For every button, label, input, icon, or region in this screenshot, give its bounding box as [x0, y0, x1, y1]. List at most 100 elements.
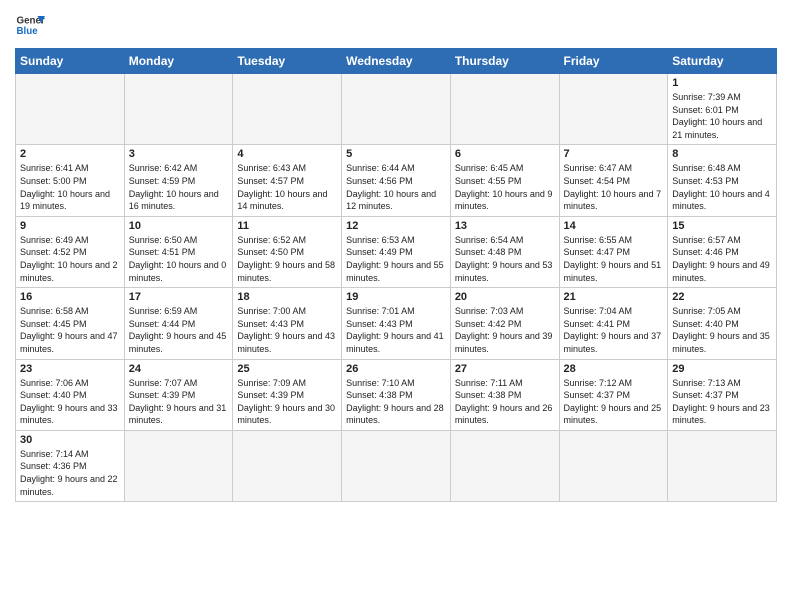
- calendar-day-cell: 7 Sunrise: 6:47 AM Sunset: 4:54 PM Daylig…: [559, 145, 668, 216]
- day-info: Sunrise: 6:47 AM Sunset: 4:54 PM Dayligh…: [564, 162, 664, 212]
- calendar-week-row: 2Sunrise: 6:41 AM Sunset: 5:00 PM Daylig…: [16, 145, 777, 216]
- calendar-day-cell: 23 Sunrise: 7:06 AM Sunset: 4:40 PM Dayli…: [16, 359, 125, 430]
- header: General Blue: [15, 10, 777, 40]
- day-info: Sunrise: 6:45 AM Sunset: 4:55 PM Dayligh…: [455, 162, 555, 212]
- day-info: Sunrise: 7:39 AM Sunset: 6:01 PM Dayligh…: [672, 91, 772, 141]
- day-info: Sunrise: 7:14 AM Sunset: 4:36 PM Dayligh…: [20, 448, 120, 498]
- calendar-day-cell: 24 Sunrise: 7:07 AM Sunset: 4:39 PM Dayli…: [124, 359, 233, 430]
- day-number: 12: [346, 220, 446, 232]
- day-number: 3: [129, 148, 229, 160]
- page: General Blue SundayMondayTuesdayWednesda…: [0, 0, 792, 612]
- day-info: Sunrise: 6:53 AM Sunset: 4:49 PM Dayligh…: [346, 234, 446, 284]
- day-number: 30: [20, 434, 120, 446]
- day-of-week-header: Monday: [124, 49, 233, 74]
- calendar-day-cell: [233, 74, 342, 145]
- calendar-week-row: 16 Sunrise: 6:58 AM Sunset: 4:45 PM Dayli…: [16, 288, 777, 359]
- day-of-week-header: Saturday: [668, 49, 777, 74]
- calendar-day-cell: 1 Sunrise: 7:39 AM Sunset: 6:01 PM Daylig…: [668, 74, 777, 145]
- calendar-day-cell: 28 Sunrise: 7:12 AM Sunset: 4:37 PM Dayli…: [559, 359, 668, 430]
- day-info: Sunrise: 7:06 AM Sunset: 4:40 PM Dayligh…: [20, 377, 120, 427]
- day-number: 16: [20, 291, 120, 303]
- day-number: 23: [20, 363, 120, 375]
- calendar-day-cell: 14Sunrise: 6:55 AM Sunset: 4:47 PM Dayli…: [559, 216, 668, 287]
- day-info: Sunrise: 7:13 AM Sunset: 4:37 PM Dayligh…: [672, 377, 772, 427]
- day-info: Sunrise: 6:49 AM Sunset: 4:52 PM Dayligh…: [20, 234, 120, 284]
- day-info: Sunrise: 7:10 AM Sunset: 4:38 PM Dayligh…: [346, 377, 446, 427]
- calendar-week-row: 9 Sunrise: 6:49 AM Sunset: 4:52 PM Daylig…: [16, 216, 777, 287]
- day-info: Sunrise: 6:43 AM Sunset: 4:57 PM Dayligh…: [237, 162, 337, 212]
- day-of-week-header: Friday: [559, 49, 668, 74]
- day-number: 15: [672, 220, 772, 232]
- day-of-week-header: Tuesday: [233, 49, 342, 74]
- day-info: Sunrise: 7:04 AM Sunset: 4:41 PM Dayligh…: [564, 305, 664, 355]
- calendar-day-cell: 17 Sunrise: 6:59 AM Sunset: 4:44 PM Dayli…: [124, 288, 233, 359]
- day-number: 29: [672, 363, 772, 375]
- calendar-day-cell: [16, 74, 125, 145]
- day-info: Sunrise: 7:01 AM Sunset: 4:43 PM Dayligh…: [346, 305, 446, 355]
- day-number: 19: [346, 291, 446, 303]
- calendar-day-cell: 10 Sunrise: 6:50 AM Sunset: 4:51 PM Dayli…: [124, 216, 233, 287]
- calendar-day-cell: 13 Sunrise: 6:54 AM Sunset: 4:48 PM Dayli…: [450, 216, 559, 287]
- day-number: 28: [564, 363, 664, 375]
- calendar-day-cell: 4Sunrise: 6:43 AM Sunset: 4:57 PM Daylig…: [233, 145, 342, 216]
- day-number: 14: [564, 220, 664, 232]
- day-of-week-header: Sunday: [16, 49, 125, 74]
- calendar-day-cell: [668, 430, 777, 501]
- calendar-day-cell: 22 Sunrise: 7:05 AM Sunset: 4:40 PM Dayli…: [668, 288, 777, 359]
- day-of-week-header: Wednesday: [342, 49, 451, 74]
- day-number: 17: [129, 291, 229, 303]
- day-number: 13: [455, 220, 555, 232]
- calendar-day-cell: 9 Sunrise: 6:49 AM Sunset: 4:52 PM Daylig…: [16, 216, 125, 287]
- day-info: Sunrise: 6:59 AM Sunset: 4:44 PM Dayligh…: [129, 305, 229, 355]
- day-number: 20: [455, 291, 555, 303]
- day-info: Sunrise: 7:05 AM Sunset: 4:40 PM Dayligh…: [672, 305, 772, 355]
- day-info: Sunrise: 7:03 AM Sunset: 4:42 PM Dayligh…: [455, 305, 555, 355]
- day-info: Sunrise: 7:12 AM Sunset: 4:37 PM Dayligh…: [564, 377, 664, 427]
- calendar-week-row: 30 Sunrise: 7:14 AM Sunset: 4:36 PM Dayli…: [16, 430, 777, 501]
- svg-text:Blue: Blue: [17, 26, 39, 37]
- day-number: 10: [129, 220, 229, 232]
- day-number: 18: [237, 291, 337, 303]
- day-info: Sunrise: 6:50 AM Sunset: 4:51 PM Dayligh…: [129, 234, 229, 284]
- day-info: Sunrise: 6:42 AM Sunset: 4:59 PM Dayligh…: [129, 162, 229, 212]
- calendar-week-row: 1 Sunrise: 7:39 AM Sunset: 6:01 PM Daylig…: [16, 74, 777, 145]
- calendar-day-cell: [559, 430, 668, 501]
- calendar-day-cell: [342, 430, 451, 501]
- calendar-day-cell: 3 Sunrise: 6:42 AM Sunset: 4:59 PM Daylig…: [124, 145, 233, 216]
- day-info: Sunrise: 7:07 AM Sunset: 4:39 PM Dayligh…: [129, 377, 229, 427]
- day-of-week-header: Thursday: [450, 49, 559, 74]
- logo: General Blue: [15, 10, 45, 40]
- calendar-day-cell: 26Sunrise: 7:10 AM Sunset: 4:38 PM Dayli…: [342, 359, 451, 430]
- calendar-week-row: 23 Sunrise: 7:06 AM Sunset: 4:40 PM Dayli…: [16, 359, 777, 430]
- generalblue-logo-icon: General Blue: [15, 10, 45, 40]
- calendar-table: SundayMondayTuesdayWednesdayThursdayFrid…: [15, 48, 777, 502]
- day-info: Sunrise: 6:58 AM Sunset: 4:45 PM Dayligh…: [20, 305, 120, 355]
- day-number: 24: [129, 363, 229, 375]
- day-info: Sunrise: 6:54 AM Sunset: 4:48 PM Dayligh…: [455, 234, 555, 284]
- calendar-header-row: SundayMondayTuesdayWednesdayThursdayFrid…: [16, 49, 777, 74]
- day-info: Sunrise: 7:11 AM Sunset: 4:38 PM Dayligh…: [455, 377, 555, 427]
- day-number: 6: [455, 148, 555, 160]
- calendar-day-cell: 30 Sunrise: 7:14 AM Sunset: 4:36 PM Dayli…: [16, 430, 125, 501]
- calendar-day-cell: 5Sunrise: 6:44 AM Sunset: 4:56 PM Daylig…: [342, 145, 451, 216]
- day-info: Sunrise: 6:52 AM Sunset: 4:50 PM Dayligh…: [237, 234, 337, 284]
- day-number: 25: [237, 363, 337, 375]
- day-info: Sunrise: 6:48 AM Sunset: 4:53 PM Dayligh…: [672, 162, 772, 212]
- day-number: 8: [672, 148, 772, 160]
- day-number: 7: [564, 148, 664, 160]
- day-info: Sunrise: 6:57 AM Sunset: 4:46 PM Dayligh…: [672, 234, 772, 284]
- calendar-day-cell: 25Sunrise: 7:09 AM Sunset: 4:39 PM Dayli…: [233, 359, 342, 430]
- day-number: 22: [672, 291, 772, 303]
- calendar-day-cell: 8 Sunrise: 6:48 AM Sunset: 4:53 PM Daylig…: [668, 145, 777, 216]
- calendar-day-cell: [450, 430, 559, 501]
- day-number: 1: [672, 77, 772, 89]
- calendar-day-cell: 11 Sunrise: 6:52 AM Sunset: 4:50 PM Dayli…: [233, 216, 342, 287]
- day-number: 9: [20, 220, 120, 232]
- day-info: Sunrise: 6:44 AM Sunset: 4:56 PM Dayligh…: [346, 162, 446, 212]
- day-number: 11: [237, 220, 337, 232]
- calendar-day-cell: 15 Sunrise: 6:57 AM Sunset: 4:46 PM Dayli…: [668, 216, 777, 287]
- calendar-day-cell: [450, 74, 559, 145]
- day-info: Sunrise: 7:00 AM Sunset: 4:43 PM Dayligh…: [237, 305, 337, 355]
- calendar-day-cell: [233, 430, 342, 501]
- calendar-day-cell: 12 Sunrise: 6:53 AM Sunset: 4:49 PM Dayli…: [342, 216, 451, 287]
